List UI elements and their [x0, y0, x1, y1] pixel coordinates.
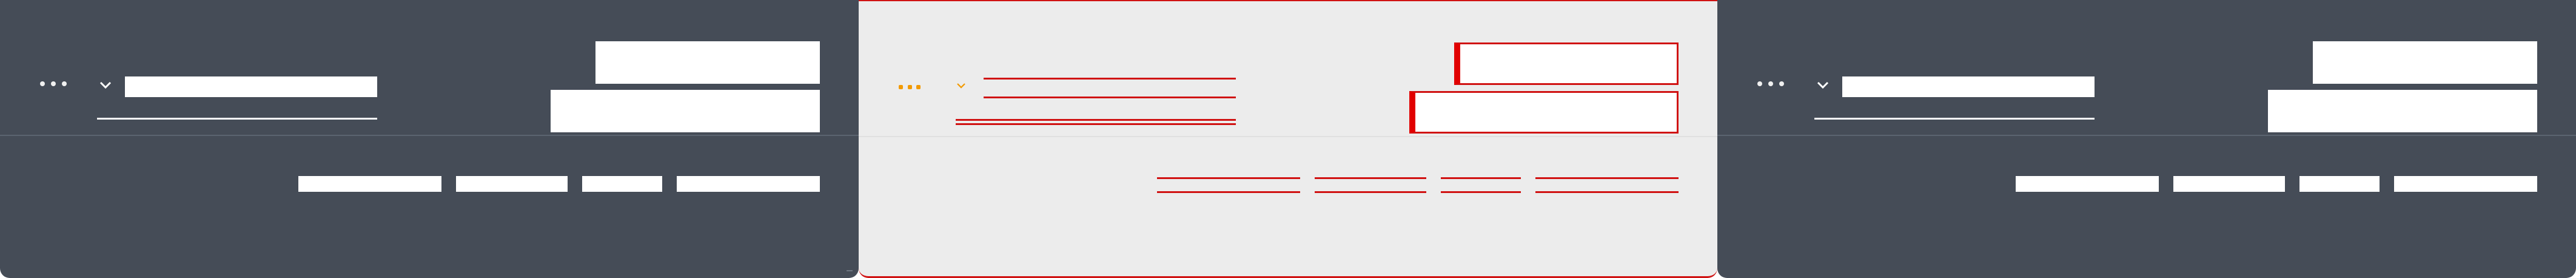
- nav-link[interactable]: [298, 176, 441, 192]
- secondary-button[interactable]: [551, 90, 820, 132]
- input-underline: [97, 118, 377, 120]
- ellipsis-icon[interactable]: [1757, 81, 1784, 89]
- divider: [1717, 135, 2576, 136]
- nav-link[interactable]: [582, 176, 662, 192]
- divider: [859, 136, 1717, 137]
- divider: [0, 135, 859, 136]
- search-input[interactable]: [125, 76, 377, 97]
- nav-link[interactable]: [2299, 176, 2380, 192]
- primary-button[interactable]: [1454, 42, 1679, 85]
- nav-link[interactable]: [2173, 176, 2285, 192]
- input-underline: [956, 119, 1236, 125]
- nav-link[interactable]: [677, 176, 820, 192]
- ellipsis-icon[interactable]: [40, 81, 67, 89]
- nav-link[interactable]: [2394, 176, 2537, 192]
- chevron-down-icon[interactable]: [1816, 78, 1830, 92]
- toolbar-panel-center: [859, 0, 1717, 278]
- chevron-down-icon[interactable]: [98, 78, 113, 92]
- primary-button[interactable]: [595, 41, 820, 84]
- nav-link[interactable]: [1535, 177, 1679, 193]
- toolbar-panel-left: [0, 0, 859, 278]
- nav-link[interactable]: [1315, 177, 1426, 193]
- chevron-down-icon[interactable]: [956, 80, 967, 91]
- toolbar-panel-right: [1717, 0, 2576, 278]
- search-input[interactable]: [984, 78, 1236, 98]
- resize-handle-icon[interactable]: [845, 266, 854, 272]
- nav-link[interactable]: [1157, 177, 1300, 193]
- input-underline: [1814, 118, 2095, 120]
- nav-link[interactable]: [2016, 176, 2159, 192]
- nav-link[interactable]: [456, 176, 568, 192]
- primary-button[interactable]: [2313, 41, 2537, 84]
- nav-link[interactable]: [1441, 177, 1521, 193]
- ellipsis-icon[interactable]: [899, 85, 921, 92]
- secondary-button[interactable]: [1409, 91, 1679, 134]
- secondary-button[interactable]: [2268, 90, 2537, 132]
- search-input[interactable]: [1842, 76, 2095, 97]
